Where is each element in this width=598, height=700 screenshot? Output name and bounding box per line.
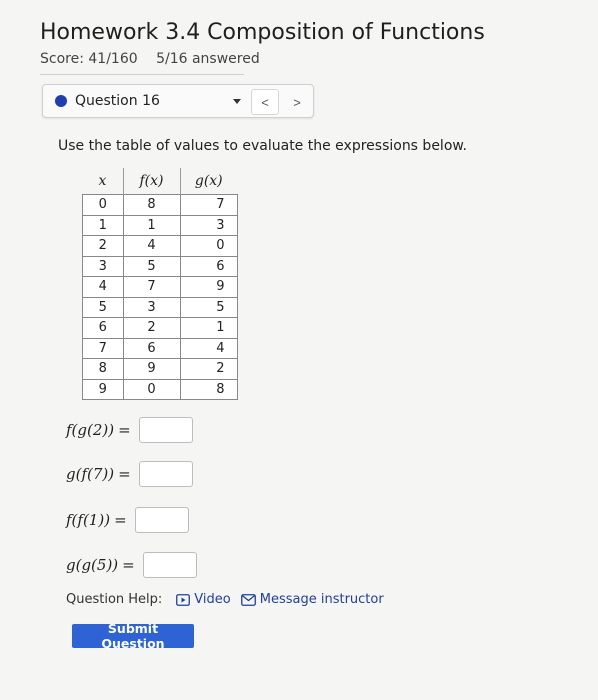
table-row: 621 (82, 317, 238, 339)
table-row: 535 (82, 296, 238, 318)
g-value-cell: 0 (179, 235, 238, 257)
table-row: 356 (82, 255, 238, 277)
f-value-cell: 1 (122, 214, 181, 236)
f-value-cell: 3 (122, 296, 181, 318)
f-value-cell: 6 (122, 337, 181, 359)
equals-sign: = (114, 511, 127, 529)
f-value-cell: 9 (122, 358, 181, 380)
table-row: 908 (82, 378, 238, 400)
f-value-cell: 8 (122, 194, 181, 216)
submit-question-button[interactable]: Submit Question (72, 621, 194, 651)
g-value-cell: 4 (179, 337, 238, 359)
x-value-cell: 5 (82, 296, 124, 318)
expression-row: g(f(7)) = (66, 461, 193, 487)
answer-input-3[interactable] (134, 507, 189, 533)
question-navigator: Question 16 < > (42, 84, 314, 118)
table-row: 764 (82, 337, 238, 359)
g-value-cell: 5 (179, 296, 238, 318)
column-header-f: f(x) (122, 168, 180, 195)
f-value-cell: 2 (122, 317, 181, 339)
question-instruction: Use the table of values to evaluate the … (58, 138, 468, 154)
g-value-cell: 2 (179, 358, 238, 380)
expression-row: f(g(2)) = (66, 417, 193, 443)
question-status-dot (55, 95, 67, 107)
x-value-cell: 6 (82, 317, 124, 339)
x-value-cell: 2 (82, 235, 124, 257)
expression-label: g(f(7)) (66, 465, 115, 483)
play-box-icon (176, 593, 191, 606)
table-row: 479 (82, 276, 238, 298)
equals-sign: = (118, 465, 131, 483)
divider (40, 74, 244, 75)
expression-row: f(f(1)) = (66, 507, 189, 533)
g-value-cell: 1 (179, 317, 238, 339)
envelope-icon (240, 593, 256, 606)
question-select[interactable]: Question 16 (51, 85, 281, 117)
x-value-cell: 1 (82, 214, 124, 236)
equals-sign: = (118, 421, 131, 439)
f-value-cell: 5 (122, 255, 181, 277)
x-value-cell: 4 (82, 276, 124, 298)
expression-label: g(g(5)) (66, 556, 119, 574)
message-instructor-label: Message instructor (259, 592, 384, 607)
message-instructor-link[interactable]: Message instructor (240, 592, 384, 607)
score-text: Score: 41/160 (40, 51, 138, 67)
question-help-label: Question Help: (66, 592, 163, 607)
x-value-cell: 0 (82, 194, 124, 216)
equals-sign: = (122, 556, 135, 574)
table-row: 892 (82, 358, 238, 380)
caret-down-icon (233, 99, 241, 104)
x-value-cell: 8 (82, 358, 124, 380)
table-row: 240 (82, 235, 238, 257)
f-value-cell: 7 (122, 276, 181, 298)
expression-row: g(g(5)) = (66, 552, 197, 578)
expression-label: f(g(2)) (66, 421, 115, 439)
f-value-cell: 0 (122, 378, 181, 400)
video-link-label: Video (194, 592, 231, 607)
g-value-cell: 6 (179, 255, 238, 277)
video-link[interactable]: Video (176, 592, 231, 607)
answered-count: 5/16 answered (156, 51, 260, 67)
page-title: Homework 3.4 Composition of Functions (40, 20, 485, 45)
next-question-button[interactable]: > (283, 89, 311, 115)
answer-input-2[interactable] (138, 461, 193, 487)
values-table: x f(x) g(x) 0871132403564795356217648929… (82, 168, 238, 400)
table-row: 087 (82, 194, 238, 216)
g-value-cell: 3 (179, 214, 238, 236)
column-header-g: g(x) (179, 168, 237, 195)
g-value-cell: 7 (179, 194, 238, 216)
x-value-cell: 9 (82, 378, 124, 400)
g-value-cell: 8 (179, 378, 238, 400)
f-value-cell: 4 (122, 235, 181, 257)
question-help: Question Help: Video Message instructor (66, 592, 394, 607)
expression-label: f(f(1)) (66, 511, 111, 529)
g-value-cell: 9 (179, 276, 238, 298)
score-line: Score: 41/160 5/16 answered (40, 51, 274, 67)
x-value-cell: 3 (82, 255, 124, 277)
question-label: Question 16 (75, 93, 160, 109)
previous-question-button[interactable]: < (251, 89, 279, 115)
answer-input-1[interactable] (138, 417, 193, 443)
x-value-cell: 7 (82, 337, 124, 359)
answer-input-4[interactable] (142, 552, 197, 578)
column-header-x: x (98, 173, 107, 189)
table-row: 113 (82, 214, 238, 236)
table-header-row: x f(x) g(x) (83, 168, 237, 195)
